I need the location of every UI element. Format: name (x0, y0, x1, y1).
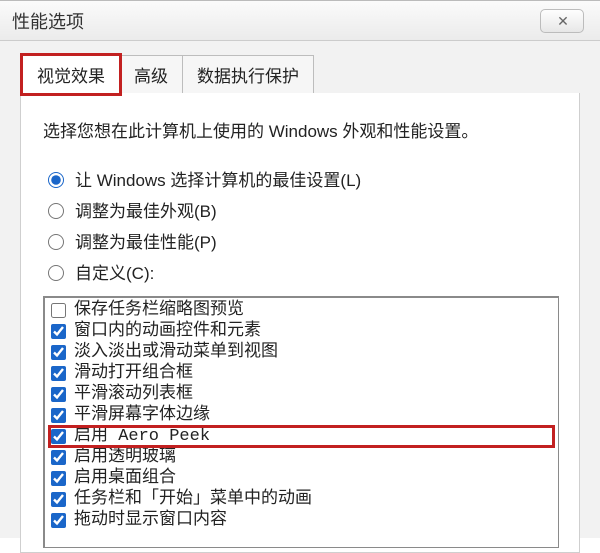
checkbox-input[interactable] (51, 303, 66, 318)
chk-taskbar-thumbnails[interactable]: 保存任务栏缩略图预览 (49, 300, 554, 321)
checkbox-label: 任务栏和「开始」菜单中的动画 (74, 489, 312, 510)
chk-smooth-font-edges[interactable]: 平滑屏幕字体边缘 (49, 405, 554, 426)
checkbox-label: 滑动打开组合框 (74, 363, 193, 384)
chk-fade-slide-menus[interactable]: 淡入淡出或滑动菜单到视图 (49, 342, 554, 363)
panel-visual-effects: 选择您想在此计算机上使用的 Windows 外观和性能设置。 让 Windows… (20, 93, 580, 553)
radio-label: 调整为最佳性能(P) (75, 228, 217, 253)
radio-best-appearance[interactable]: 调整为最佳外观(B) (43, 197, 559, 222)
checkbox-label: 启用 Aero Peek (74, 426, 210, 447)
checkbox-input[interactable] (51, 492, 66, 507)
radio-input[interactable] (48, 265, 64, 281)
checkbox-input[interactable] (51, 387, 66, 402)
window-title: 性能选项 (12, 8, 84, 34)
chk-enable-aero-peek[interactable]: 启用 Aero Peek (49, 426, 554, 447)
tab-label: 视觉效果 (37, 67, 105, 86)
checkbox-input[interactable] (51, 450, 66, 465)
checkbox-input[interactable] (51, 429, 66, 444)
radio-label: 自定义(C): (75, 259, 154, 284)
radio-group: 让 Windows 选择计算机的最佳设置(L) 调整为最佳外观(B) 调整为最佳… (43, 166, 559, 284)
checkbox-input[interactable] (51, 408, 66, 423)
checkbox-label: 淡入淡出或滑动菜单到视图 (74, 342, 278, 363)
close-button[interactable]: ✕ (540, 9, 584, 33)
performance-options-window: 性能选项 ✕ 视觉效果 高级 数据执行保护 选择您想在此计算机上使用的 Wind… (0, 0, 600, 538)
effects-listbox-inner: 保存任务栏缩略图预览 窗口内的动画控件和元素 淡入淡出或滑动菜单到视图 滑动打开… (45, 298, 558, 533)
radio-label: 调整为最佳外观(B) (75, 197, 217, 222)
radio-input[interactable] (48, 203, 64, 219)
checkbox-input[interactable] (51, 324, 66, 339)
checkbox-input[interactable] (51, 513, 66, 528)
checkbox-label: 平滑滚动列表框 (74, 384, 193, 405)
checkbox-label: 启用透明玻璃 (74, 447, 176, 468)
radio-label: 让 Windows 选择计算机的最佳设置(L) (75, 166, 361, 191)
checkbox-label: 启用桌面组合 (74, 468, 176, 489)
tab-row: 视觉效果 高级 数据执行保护 (0, 41, 600, 94)
radio-let-windows-choose[interactable]: 让 Windows 选择计算机的最佳设置(L) (43, 166, 559, 191)
tab-label: 数据执行保护 (197, 67, 299, 86)
effects-listbox[interactable]: 保存任务栏缩略图预览 窗口内的动画控件和元素 淡入淡出或滑动菜单到视图 滑动打开… (43, 296, 559, 548)
checkbox-input[interactable] (51, 345, 66, 360)
chk-enable-desktop-composition[interactable]: 启用桌面组合 (49, 468, 554, 489)
checkbox-label: 平滑屏幕字体边缘 (74, 405, 210, 426)
checkbox-label: 保存任务栏缩略图预览 (74, 300, 244, 321)
chk-smooth-scroll-listbox[interactable]: 平滑滚动列表框 (49, 384, 554, 405)
tab-label: 高级 (134, 67, 168, 86)
chk-taskbar-start-animations[interactable]: 任务栏和「开始」菜单中的动画 (49, 489, 554, 510)
tab-advanced[interactable]: 高级 (119, 55, 183, 94)
radio-custom[interactable]: 自定义(C): (43, 259, 559, 284)
radio-best-performance[interactable]: 调整为最佳性能(P) (43, 228, 559, 253)
chk-slide-combobox[interactable]: 滑动打开组合框 (49, 363, 554, 384)
description-text: 选择您想在此计算机上使用的 Windows 外观和性能设置。 (43, 117, 559, 142)
radio-input[interactable] (48, 172, 64, 188)
checkbox-input[interactable] (51, 366, 66, 381)
tab-visual-effects[interactable]: 视觉效果 (22, 55, 120, 94)
titlebar: 性能选项 (0, 1, 600, 41)
chk-enable-transparent-glass[interactable]: 启用透明玻璃 (49, 447, 554, 468)
close-icon: ✕ (557, 13, 567, 30)
radio-input[interactable] (48, 234, 64, 250)
chk-animate-controls[interactable]: 窗口内的动画控件和元素 (49, 321, 554, 342)
tab-dep[interactable]: 数据执行保护 (182, 55, 314, 94)
chk-show-window-contents-drag[interactable]: 拖动时显示窗口内容 (49, 510, 554, 531)
checkbox-label: 拖动时显示窗口内容 (74, 510, 227, 531)
checkbox-label: 窗口内的动画控件和元素 (74, 321, 261, 342)
checkbox-input[interactable] (51, 471, 66, 486)
